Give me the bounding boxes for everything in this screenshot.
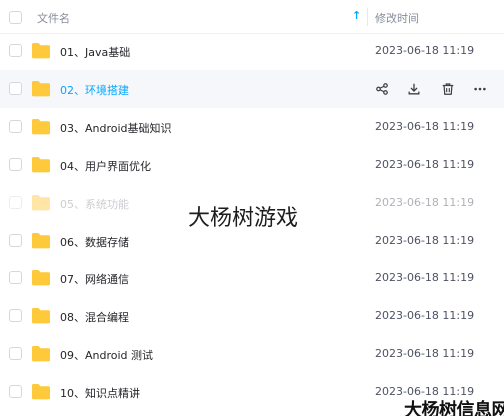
file-row[interactable]: 04、用户界面优化 2023-06-18 11:19 (0, 146, 504, 184)
file-row[interactable]: 07、网络通信 2023-06-18 11:19 (0, 259, 504, 297)
sort-ascending-icon[interactable]: ↑ (352, 9, 361, 22)
row-checkbox[interactable] (9, 271, 22, 285)
modified-time: 2023-06-18 11:19 (375, 347, 475, 361)
modified-time: 2023-06-18 11:19 (375, 44, 475, 57)
modified-time: 2023-06-18 11:19 (375, 157, 475, 171)
folder-icon (31, 345, 51, 362)
file-name[interactable]: 04、用户界面优化 (60, 158, 151, 174)
folder-icon (31, 269, 51, 286)
row-checkbox[interactable] (9, 233, 22, 247)
file-name[interactable]: 10、知识点精讲 (60, 385, 140, 401)
file-name[interactable]: 02、环境搭建 (60, 82, 129, 98)
list-header: 文件名 ↑ 修改时间 (0, 0, 504, 34)
delete-icon[interactable] (439, 80, 457, 98)
file-name[interactable]: 07、网络通信 (60, 271, 129, 287)
folder-icon (31, 307, 51, 324)
modified-time: 2023-06-18 11:19 (375, 271, 475, 285)
row-checkbox[interactable] (9, 195, 22, 209)
row-checkbox[interactable] (9, 119, 22, 133)
folder-icon (31, 383, 51, 400)
file-name[interactable]: 09、Android 测试 (60, 347, 153, 363)
share-icon[interactable] (373, 80, 391, 98)
select-all-checkbox[interactable] (9, 11, 22, 24)
file-row[interactable]: 09、Android 测试 2023-06-18 11:19 (0, 335, 504, 373)
modified-time: 2023-06-18 11:19 (375, 119, 475, 133)
folder-icon (31, 42, 51, 59)
column-header-name[interactable]: 文件名 (37, 10, 70, 26)
modified-time: 2023-06-18 11:19 (375, 233, 475, 247)
file-row[interactable]: 08、混合编程 2023-06-18 11:19 (0, 297, 504, 335)
row-checkbox[interactable] (9, 44, 22, 57)
folder-icon (31, 232, 51, 249)
row-checkbox[interactable] (9, 385, 22, 399)
file-name[interactable]: 06、数据存储 (60, 234, 129, 250)
row-checkbox[interactable] (9, 309, 22, 323)
folder-icon (31, 118, 51, 135)
file-row[interactable]: 02、环境搭建 (0, 69, 504, 108)
file-row[interactable]: 03、Android基础知识 2023-06-18 11:19 (0, 108, 504, 146)
row-checkbox[interactable] (9, 157, 22, 171)
file-name[interactable]: 01、Java基础 (60, 44, 130, 60)
column-header-modified[interactable]: 修改时间 (375, 10, 419, 26)
folder-icon (31, 80, 51, 97)
file-list: 文件名 ↑ 修改时间 01、Java基础 2023-06-18 11:19 02、环… (0, 0, 504, 416)
file-name[interactable]: 03、Android基础知识 (60, 120, 172, 136)
row-checkbox[interactable] (9, 81, 22, 95)
more-icon[interactable] (471, 80, 489, 98)
modified-time: 2023-06-18 11:19 (375, 195, 475, 209)
corner-watermark: 大杨树信息网 (404, 400, 504, 416)
file-row[interactable]: 01、Java基础 2023-06-18 11:19 (0, 32, 504, 70)
file-name[interactable]: 05、系统功能 (60, 196, 129, 212)
folder-icon (31, 194, 51, 211)
folder-icon (31, 156, 51, 173)
watermark-text: 大杨树游戏 (188, 206, 299, 231)
column-divider[interactable] (367, 8, 368, 26)
download-icon[interactable] (405, 80, 423, 98)
modified-time: 2023-06-18 11:19 (375, 309, 475, 323)
file-name[interactable]: 08、混合编程 (60, 309, 129, 325)
row-checkbox[interactable] (9, 347, 22, 361)
